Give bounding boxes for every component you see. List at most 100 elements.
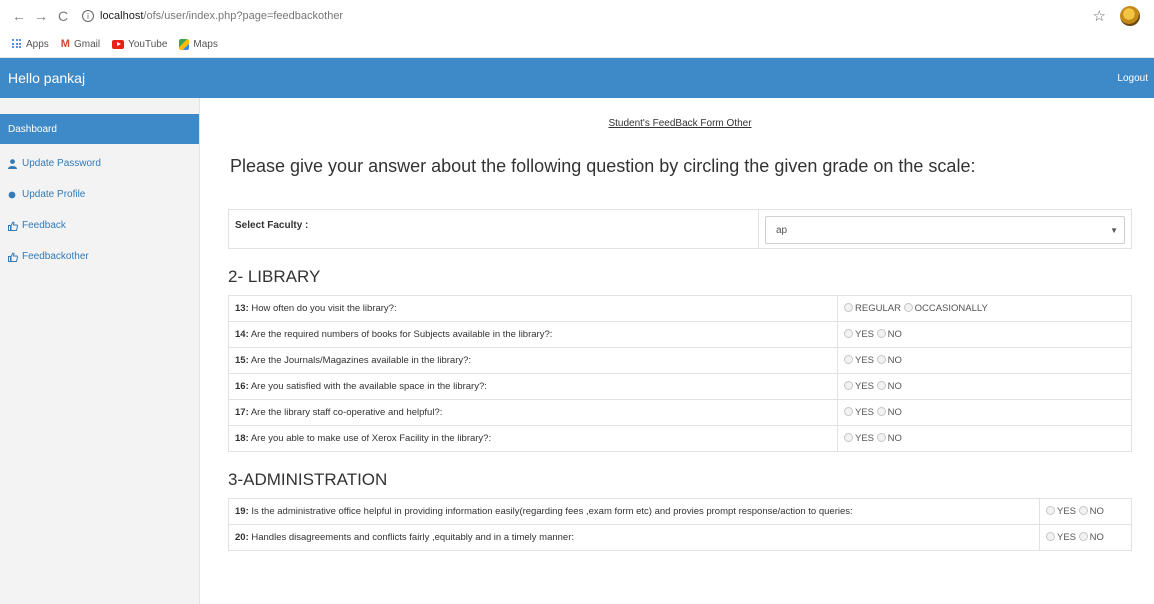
answer-cell: YES NO	[1039, 498, 1132, 525]
radio-no[interactable]	[876, 355, 886, 364]
question-number: 14:	[235, 329, 249, 340]
faculty-label: Select Faculty :	[229, 210, 759, 248]
sidebar-item-dashboard[interactable]: Dashboard	[0, 114, 199, 144]
table-row: 16: Are you satisfied with the available…	[228, 373, 1132, 400]
logout-link[interactable]: Logout	[1117, 73, 1148, 84]
instruction-text: Please give your answer about the follow…	[230, 156, 976, 176]
circle-icon	[8, 191, 22, 199]
radio-no[interactable]	[876, 381, 886, 390]
radio-no[interactable]	[876, 433, 886, 442]
forward-arrow-icon[interactable]: →	[30, 5, 52, 27]
sidebar-item-label: Feedback	[22, 220, 66, 231]
bookmark-star-icon[interactable]: ☆	[1093, 7, 1106, 25]
question-number: 18:	[235, 433, 249, 444]
bookmark-maps[interactable]: Maps	[179, 38, 218, 50]
sidebar-item-label: Update Profile	[22, 189, 86, 200]
question-number: 19:	[235, 506, 249, 517]
table-row: 17: Are the library staff co-operative a…	[228, 399, 1132, 426]
sidebar-item-update-profile[interactable]: Update Profile	[0, 179, 199, 210]
radio-yes[interactable]	[1046, 506, 1055, 515]
reload-icon[interactable]: C	[52, 5, 74, 27]
answer-cell: YES NO	[837, 321, 1132, 348]
url-host: localhost	[100, 10, 144, 22]
question-cell: 19: Is the administrative office helpful…	[228, 498, 1040, 525]
question-text: Are the library staff co-operative and h…	[248, 407, 443, 418]
radio-yes[interactable]	[844, 381, 853, 390]
radio-regular[interactable]	[844, 303, 853, 312]
bookmark-gmail[interactable]: M Gmail	[61, 38, 100, 50]
question-number: 20:	[235, 532, 249, 543]
radio-yes[interactable]	[844, 433, 853, 442]
table-row: 19: Is the administrative office helpful…	[228, 498, 1132, 525]
back-arrow-icon[interactable]: ←	[8, 5, 30, 27]
radio-no[interactable]	[876, 407, 886, 416]
option-label: NO	[887, 329, 902, 340]
option-label: YES	[855, 407, 875, 418]
question-cell: 14: Are the required numbers of books fo…	[228, 321, 838, 348]
option-label: YES	[855, 355, 875, 366]
youtube-icon	[112, 39, 125, 49]
address-bar[interactable]: i localhost/ofs/user/index.php?page=feed…	[82, 10, 343, 22]
address-row: ← → C i localhost/ofs/user/index.php?pag…	[0, 0, 1154, 32]
radio-no[interactable]	[1078, 506, 1088, 515]
answer-cell: YES NO	[1039, 524, 1132, 551]
faculty-selected-value: ap	[776, 224, 788, 236]
table-row: 15: Are the Journals/Magazines available…	[228, 347, 1132, 374]
question-cell: 13: How often do you visit the library?:	[228, 295, 838, 322]
question-text: Handles disagreements and conflicts fair…	[248, 532, 575, 543]
sidebar-item-update-password[interactable]: Update Password	[0, 148, 199, 179]
sidebar-item-feedbackother[interactable]: Feedbackother	[0, 241, 199, 272]
greeting-title: Hello pankaj	[8, 70, 86, 86]
answer-cell: YES NO	[837, 425, 1132, 452]
option-label: OCCASIONALLY	[914, 303, 988, 314]
user-icon	[8, 158, 22, 169]
thumbs-up-icon	[8, 251, 22, 262]
table-row: 13: How often do you visit the library?:…	[228, 295, 1132, 322]
radio-no[interactable]	[876, 329, 886, 338]
bookmark-apps[interactable]: Apps	[12, 39, 49, 50]
radio-yes[interactable]	[844, 407, 853, 416]
main-content: Student's FeedBack Form Other Please giv…	[200, 98, 1154, 604]
option-label: NO	[887, 355, 902, 366]
app-header: Hello pankaj Logout	[0, 58, 1154, 98]
answer-cell: REGULAR OCCASIONALLY	[837, 295, 1132, 322]
option-label: YES	[1057, 532, 1077, 543]
radio-occasionally[interactable]	[903, 303, 913, 312]
table-row: 14: Are the required numbers of books fo…	[228, 321, 1132, 348]
question-number: 17:	[235, 407, 249, 418]
option-label: NO	[1089, 532, 1104, 543]
gmail-icon: M	[60, 38, 70, 50]
question-text: Are the required numbers of books for Su…	[248, 329, 553, 340]
table-row: 18: Are you able to make use of Xerox Fa…	[228, 425, 1132, 452]
question-number: 16:	[235, 381, 249, 392]
faculty-select[interactable]: ap ▼	[765, 216, 1125, 244]
library-questions-table: 13: How often do you visit the library?:…	[228, 295, 1132, 452]
question-text: Is the administrative office helpful in …	[248, 506, 853, 517]
bookmark-gmail-label: Gmail	[73, 38, 101, 50]
option-label: YES	[1057, 506, 1077, 517]
question-text: How often do you visit the library?:	[248, 303, 397, 314]
bookmarks-bar: Apps M Gmail YouTube Maps	[0, 32, 1154, 56]
answer-cell: YES NO	[837, 399, 1132, 426]
question-cell: 18: Are you able to make use of Xerox Fa…	[228, 425, 838, 452]
table-row: 20: Handles disagreements and conflicts …	[228, 524, 1132, 551]
question-cell: 16: Are you satisfied with the available…	[228, 373, 838, 400]
question-number: 13:	[235, 303, 249, 314]
bookmark-maps-label: Maps	[193, 38, 218, 50]
sidebar-item-label: Dashboard	[8, 123, 57, 135]
radio-yes[interactable]	[844, 329, 853, 338]
question-cell: 15: Are the Journals/Magazines available…	[228, 347, 838, 374]
radio-no[interactable]	[1078, 532, 1088, 541]
chevron-down-icon: ▼	[1110, 225, 1118, 235]
radio-yes[interactable]	[1046, 532, 1055, 541]
bookmark-apps-label: Apps	[26, 38, 49, 50]
administration-questions-table: 19: Is the administrative office helpful…	[228, 498, 1132, 551]
sidebar-item-feedback[interactable]: Feedback	[0, 210, 199, 241]
profile-avatar[interactable]	[1120, 6, 1140, 26]
bookmark-youtube[interactable]: YouTube	[112, 39, 167, 50]
option-label: NO	[887, 381, 902, 392]
sidebar: Dashboard Update Password Update Profile…	[0, 98, 200, 604]
section-title-library: 2- LIBRARY	[228, 267, 321, 286]
info-icon[interactable]: i	[82, 10, 94, 22]
radio-yes[interactable]	[844, 355, 853, 364]
